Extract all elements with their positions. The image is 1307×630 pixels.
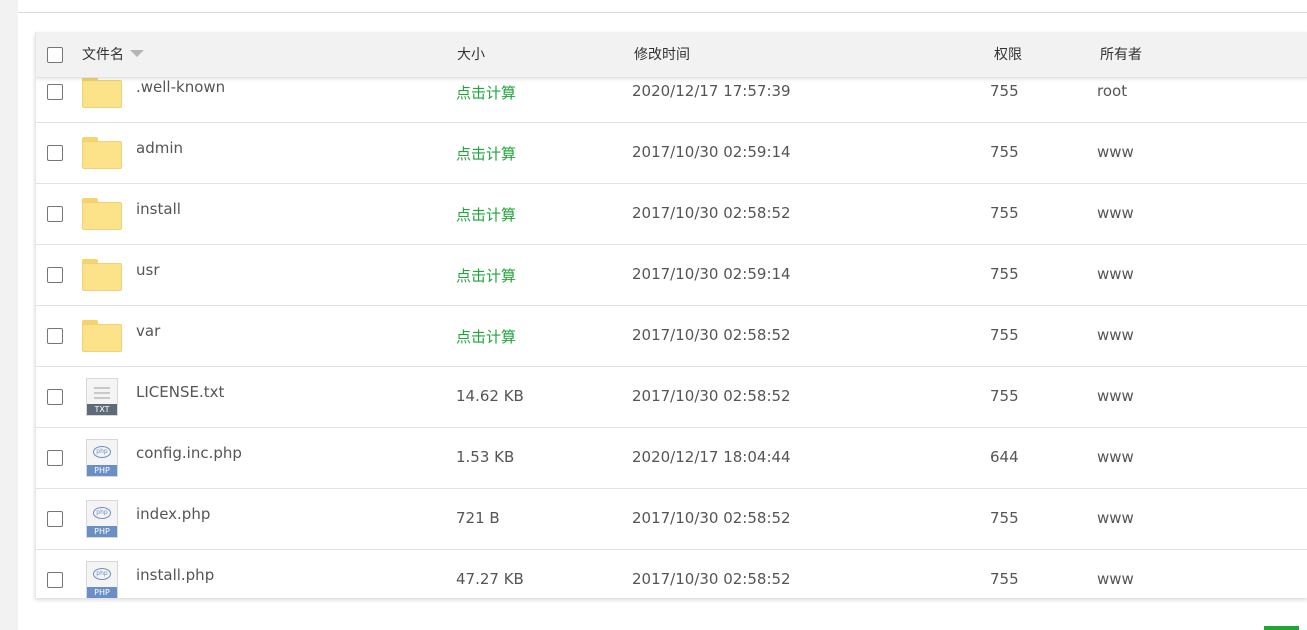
file-type-badge: PHP <box>87 526 117 537</box>
table-row[interactable]: admin 点击计算 2017/10/30 02:59:14 755 www <box>36 123 1307 184</box>
permission[interactable]: 755 <box>990 509 1019 527</box>
modified-time: 2017/10/30 02:58:52 <box>632 326 791 344</box>
row-checkbox[interactable] <box>47 206 63 222</box>
folder-icon <box>82 320 122 352</box>
column-header-size[interactable]: 大小 <box>457 32 485 78</box>
permission[interactable]: 755 <box>990 143 1019 161</box>
file-name-link[interactable]: var <box>136 322 160 340</box>
folder-icon <box>82 198 122 230</box>
owner[interactable]: www <box>1097 509 1134 527</box>
owner[interactable]: www <box>1097 143 1134 161</box>
modified-time: 2017/10/30 02:58:52 <box>632 387 791 405</box>
column-header-owner[interactable]: 所有者 <box>1100 32 1142 78</box>
file-type-badge: PHP <box>87 587 117 598</box>
permission[interactable]: 755 <box>990 265 1019 283</box>
file-name-link[interactable]: LICENSE.txt <box>136 383 224 401</box>
select-all-checkbox[interactable] <box>47 47 63 63</box>
row-checkbox[interactable] <box>47 572 63 588</box>
permission[interactable]: 755 <box>990 82 1019 100</box>
permission[interactable]: 755 <box>990 204 1019 222</box>
modified-time: 2017/10/30 02:58:52 <box>632 509 791 527</box>
sort-down-icon[interactable] <box>130 49 144 57</box>
table-row[interactable]: var 点击计算 2017/10/30 02:58:52 755 www <box>36 306 1307 367</box>
file-size: 1.53 KB <box>456 448 515 466</box>
php-file-icon: php PHP <box>86 561 118 598</box>
calc-size-link[interactable]: 点击计算 <box>456 204 516 225</box>
file-type-badge: TXT <box>87 404 117 415</box>
row-checkbox[interactable] <box>47 328 63 344</box>
php-file-icon: php PHP <box>86 500 118 538</box>
column-header-perm[interactable]: 权限 <box>994 32 1022 78</box>
row-checkbox[interactable] <box>47 511 63 527</box>
permission[interactable]: 755 <box>990 570 1019 588</box>
file-name-link[interactable]: usr <box>136 261 160 279</box>
file-size: 47.27 KB <box>456 570 524 588</box>
file-name-link[interactable]: admin <box>136 139 183 157</box>
divider <box>18 12 1307 13</box>
file-size: 14.62 KB <box>456 387 524 405</box>
owner[interactable]: www <box>1097 448 1134 466</box>
folder-icon <box>82 137 122 169</box>
file-name-link[interactable]: .well-known <box>136 78 225 96</box>
calc-size-link[interactable]: 点击计算 <box>456 82 516 103</box>
owner[interactable]: root <box>1097 82 1127 100</box>
table-row[interactable]: php PHP index.php 721 B 2017/10/30 02:58:52 7… <box>36 489 1307 550</box>
calc-size-link[interactable]: 点击计算 <box>456 143 516 164</box>
table-header: 文件名 大小 修改时间 权限 所有者 <box>36 32 1307 78</box>
column-name-label: 文件名 <box>82 47 124 63</box>
file-name-link[interactable]: config.inc.php <box>136 444 242 462</box>
row-checkbox[interactable] <box>47 84 63 100</box>
file-size: 721 B <box>456 509 500 527</box>
permission[interactable]: 755 <box>990 326 1019 344</box>
calc-size-link[interactable]: 点击计算 <box>456 265 516 286</box>
owner[interactable]: www <box>1097 326 1134 344</box>
owner[interactable]: www <box>1097 265 1134 283</box>
file-name-link[interactable]: install <box>136 200 181 218</box>
modified-time: 2020/12/17 18:04:44 <box>632 448 791 466</box>
row-checkbox[interactable] <box>47 145 63 161</box>
permission[interactable]: 755 <box>990 387 1019 405</box>
php-file-icon: php PHP <box>86 439 118 477</box>
modified-time: 2017/10/30 02:59:14 <box>632 143 791 161</box>
table-row[interactable]: install 点击计算 2017/10/30 02:58:52 755 www <box>36 184 1307 245</box>
folder-icon <box>82 259 122 291</box>
pagination-accent <box>1264 626 1299 630</box>
column-header-mtime[interactable]: 修改时间 <box>634 32 690 78</box>
table-row[interactable]: TXT LICENSE.txt 14.62 KB 2017/10/30 02:58:5… <box>36 367 1307 428</box>
folder-icon <box>82 76 122 108</box>
owner[interactable]: www <box>1097 570 1134 588</box>
modified-time: 2017/10/30 02:58:52 <box>632 204 791 222</box>
table-row[interactable]: php PHP install.php 47.27 KB 2017/10/30 02:5… <box>36 550 1307 598</box>
modified-time: 2017/10/30 02:58:52 <box>632 570 791 588</box>
row-checkbox[interactable] <box>47 450 63 466</box>
file-table: 文件名 大小 修改时间 权限 所有者 .well-known 点击计算 2020/1… <box>35 32 1307 598</box>
row-checkbox[interactable] <box>47 267 63 283</box>
file-name-link[interactable]: install.php <box>136 566 214 584</box>
calc-size-link[interactable]: 点击计算 <box>456 326 516 347</box>
owner[interactable]: www <box>1097 204 1134 222</box>
owner[interactable]: www <box>1097 387 1134 405</box>
permission[interactable]: 644 <box>990 448 1019 466</box>
table-row[interactable]: usr 点击计算 2017/10/30 02:59:14 755 www <box>36 245 1307 306</box>
table-row[interactable]: php PHP config.inc.php 1.53 KB 2020/12/17 18… <box>36 428 1307 489</box>
modified-time: 2020/12/17 17:57:39 <box>632 82 791 100</box>
file-type-badge: PHP <box>87 465 117 476</box>
file-manager-page: 文件名 大小 修改时间 权限 所有者 .well-known 点击计算 2020/1… <box>18 0 1307 630</box>
row-checkbox[interactable] <box>47 389 63 405</box>
modified-time: 2017/10/30 02:59:14 <box>632 265 791 283</box>
file-name-link[interactable]: index.php <box>136 505 210 523</box>
column-header-name[interactable]: 文件名 <box>82 32 144 78</box>
txt-file-icon: TXT <box>86 378 118 416</box>
